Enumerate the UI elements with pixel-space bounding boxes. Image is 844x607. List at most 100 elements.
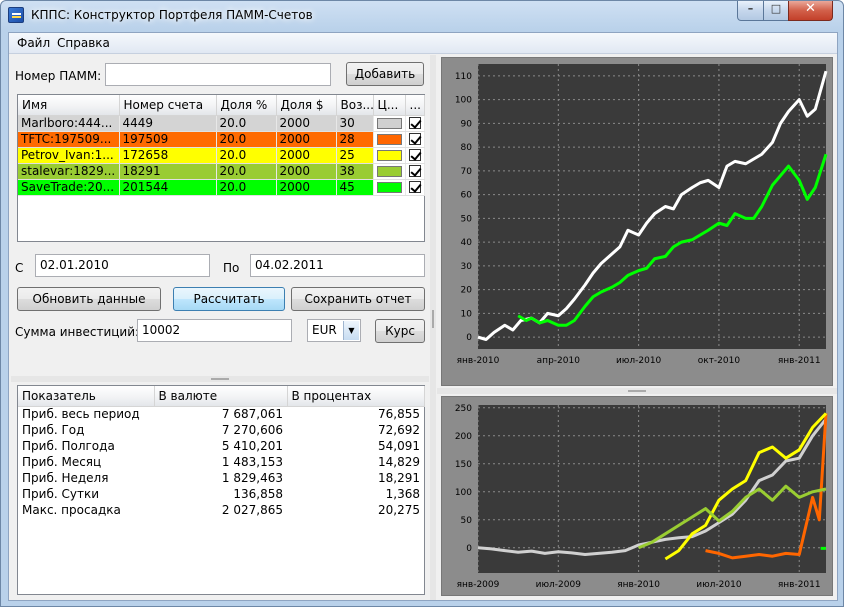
cell-share-pct[interactable]: 20.0 <box>216 179 277 196</box>
cell-age[interactable]: 45 <box>336 179 374 196</box>
cell-color[interactable] <box>373 115 406 132</box>
table-row[interactable]: Макс. просадка 2 027,865 20,275 <box>18 502 424 518</box>
x-tick-label: янв-2010 <box>457 356 500 366</box>
cell-account[interactable]: 201544 <box>119 179 217 196</box>
y-tick-label: 80 <box>461 143 473 153</box>
value-percent: 18,291 <box>378 471 420 485</box>
add-button[interactable]: Добавить <box>346 62 424 86</box>
column-header[interactable]: Доля % <box>216 95 277 116</box>
enabled-checkbox[interactable] <box>408 181 421 193</box>
color-swatch[interactable] <box>376 181 402 193</box>
cell-account[interactable]: 197509 <box>119 131 217 148</box>
column-header[interactable]: Номер счета <box>119 95 217 116</box>
menu-help[interactable]: Справка <box>57 36 110 50</box>
cell-color[interactable] <box>373 147 406 164</box>
splitter-grip-icon <box>432 310 434 328</box>
cell-color[interactable] <box>373 131 406 148</box>
cell-account[interactable]: 4449 <box>119 115 217 132</box>
enabled-checkbox[interactable] <box>408 149 421 161</box>
horizontal-splitter[interactable] <box>11 376 429 382</box>
cell-enabled[interactable] <box>405 179 425 196</box>
column-header[interactable]: Доля $ <box>276 95 337 116</box>
investment-amount-input[interactable]: 10002 <box>137 319 292 342</box>
value-percent: 14,829 <box>378 455 420 469</box>
title-bar[interactable]: КППС: Конструктор Портфеля ПАММ-Счетов –… <box>1 1 843 31</box>
color-swatch[interactable] <box>376 117 402 129</box>
column-header[interactable]: В процентах <box>287 386 425 407</box>
cell-color[interactable] <box>373 179 406 196</box>
cell-share-usd[interactable]: 2000 <box>276 131 337 148</box>
menu-file[interactable]: Файл <box>17 36 50 50</box>
currency-select[interactable]: EUR ▼ <box>307 319 361 342</box>
to-date-input[interactable]: 04.02.2011 <box>250 254 425 277</box>
charts-splitter[interactable] <box>437 388 837 394</box>
cell-share-pct[interactable]: 20.0 <box>216 147 277 164</box>
cell-age[interactable]: 38 <box>336 163 374 180</box>
save-report-button[interactable]: Сохранить отчет <box>291 287 425 311</box>
column-header[interactable]: Воз... <box>336 95 374 116</box>
table-row[interactable]: Приб. Полгода 5 410,201 54,091 <box>18 438 424 454</box>
maximize-button[interactable]: □ <box>763 1 789 21</box>
cell-name[interactable]: TFTC:197509... <box>18 131 120 148</box>
cell-name[interactable]: SaveTrade:20... <box>18 179 120 196</box>
cell-share-pct[interactable]: 20.0 <box>216 115 277 132</box>
cell-share-usd[interactable]: 2000 <box>276 179 337 196</box>
cell-share-pct[interactable]: 20.0 <box>216 131 277 148</box>
table-row[interactable]: SaveTrade:20... 201544 20.0 2000 45 <box>18 179 425 196</box>
value-currency: 7 270,606 <box>221 423 283 437</box>
value-currency: 1 829,463 <box>221 471 283 485</box>
enabled-checkbox[interactable] <box>408 165 421 177</box>
minimize-icon: – <box>747 2 754 15</box>
value-currency: 5 410,201 <box>221 439 283 453</box>
column-header[interactable]: Имя <box>18 95 120 116</box>
y-tick-label: 40 <box>461 238 473 248</box>
cell-share-pct[interactable]: 20.0 <box>216 163 277 180</box>
cell-color[interactable] <box>373 163 406 180</box>
minimize-button[interactable]: – <box>737 1 764 21</box>
refresh-data-button[interactable]: Обновить данные <box>17 287 161 311</box>
from-date-input[interactable]: 02.01.2010 <box>35 254 210 277</box>
cell-share-usd[interactable]: 2000 <box>276 147 337 164</box>
table-row[interactable]: Приб. Сутки 136,858 1,368 <box>18 486 424 502</box>
calculate-button[interactable]: Рассчитать <box>173 287 285 311</box>
color-swatch[interactable] <box>376 133 402 145</box>
y-tick-label: 60 <box>461 191 473 201</box>
cell-name[interactable]: Marlboro:444... <box>18 115 120 132</box>
table-row[interactable]: Приб. Год 7 270,606 72,692 <box>18 422 424 438</box>
table-row[interactable]: Petrov_Ivan:1... 172658 20.0 2000 25 <box>18 147 425 164</box>
color-swatch[interactable] <box>376 165 402 177</box>
x-tick-label: янв-2009 <box>457 580 500 590</box>
table-row[interactable]: TFTC:197509... 197509 20.0 2000 28 <box>18 131 425 148</box>
cell-name[interactable]: Petrov_Ivan:1... <box>18 147 120 164</box>
close-button[interactable]: ✕ <box>788 1 833 21</box>
cell-enabled[interactable] <box>405 163 425 180</box>
enabled-checkbox[interactable] <box>408 133 421 145</box>
rate-button[interactable]: Курс <box>375 319 425 343</box>
cell-enabled[interactable] <box>405 147 425 164</box>
cell-enabled[interactable] <box>405 131 425 148</box>
cell-age[interactable]: 25 <box>336 147 374 164</box>
cell-name[interactable]: stalevar:1829... <box>18 163 120 180</box>
table-row[interactable]: Marlboro:444... 4449 20.0 2000 30 <box>18 115 425 132</box>
cell-share-usd[interactable]: 2000 <box>276 163 337 180</box>
y-tick-label: 90 <box>461 119 473 129</box>
column-header[interactable]: Показатель <box>18 386 155 407</box>
vertical-splitter[interactable] <box>430 55 436 600</box>
cell-share-usd[interactable]: 2000 <box>276 115 337 132</box>
cell-account[interactable]: 172658 <box>119 147 217 164</box>
cell-enabled[interactable] <box>405 115 425 132</box>
table-row[interactable]: stalevar:1829... 18291 20.0 2000 38 <box>18 163 425 180</box>
table-row[interactable]: Приб. весь период 7 687,061 76,855 <box>18 406 424 422</box>
pamm-number-input[interactable] <box>105 63 331 86</box>
table-row[interactable]: Приб. Неделя 1 829,463 18,291 <box>18 470 424 486</box>
column-header[interactable]: Ц... <box>373 95 406 116</box>
cell-age[interactable]: 28 <box>336 131 374 148</box>
cell-account[interactable]: 18291 <box>119 163 217 180</box>
column-header[interactable]: ... <box>405 95 425 116</box>
enabled-checkbox[interactable] <box>408 117 421 129</box>
table-row[interactable]: Приб. Месяц 1 483,153 14,829 <box>18 454 424 470</box>
chevron-down-icon: ▼ <box>343 321 359 340</box>
cell-age[interactable]: 30 <box>336 115 374 132</box>
color-swatch[interactable] <box>376 149 402 161</box>
column-header[interactable]: В валюте <box>154 386 288 407</box>
